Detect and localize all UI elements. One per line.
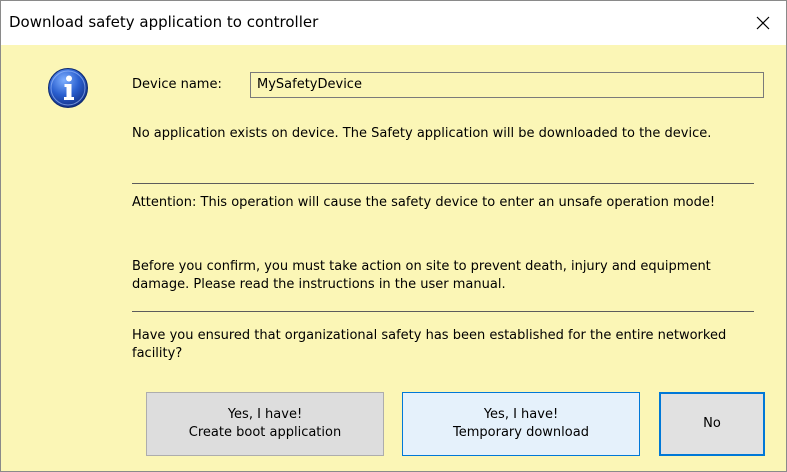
divider [132, 183, 754, 184]
close-button[interactable] [740, 1, 786, 45]
button-label: No [703, 416, 721, 431]
message-question: Have you ensured that organizational saf… [132, 328, 727, 361]
dialog-window: Download safety application to controlle… [0, 0, 787, 472]
dialog-content: Device name: MySafetyDevice No applicati… [1, 45, 786, 471]
message-confirm: Before you confirm, you must take action… [132, 259, 711, 292]
button-label-line2: Temporary download [453, 425, 589, 440]
create-boot-application-button[interactable]: Yes, I have! Create boot application [146, 392, 384, 456]
title-bar[interactable]: Download safety application to controlle… [1, 1, 786, 45]
divider [132, 311, 754, 312]
button-label-line1: Yes, I have! [227, 407, 303, 422]
info-icon [48, 68, 88, 108]
message-no-application: No application exists on device. The Saf… [132, 126, 712, 141]
close-icon [756, 16, 770, 30]
window-title: Download safety application to controlle… [9, 13, 319, 31]
no-button[interactable]: No [659, 392, 765, 456]
message-attention: Attention: This operation will cause the… [132, 195, 716, 210]
device-name-label: Device name: [132, 77, 222, 92]
button-label-line2: Create boot application [188, 425, 342, 440]
temporary-download-button[interactable]: Yes, I have! Temporary download [402, 392, 640, 456]
device-name-field[interactable]: MySafetyDevice [250, 72, 764, 98]
button-label-line1: Yes, I have! [483, 407, 559, 422]
